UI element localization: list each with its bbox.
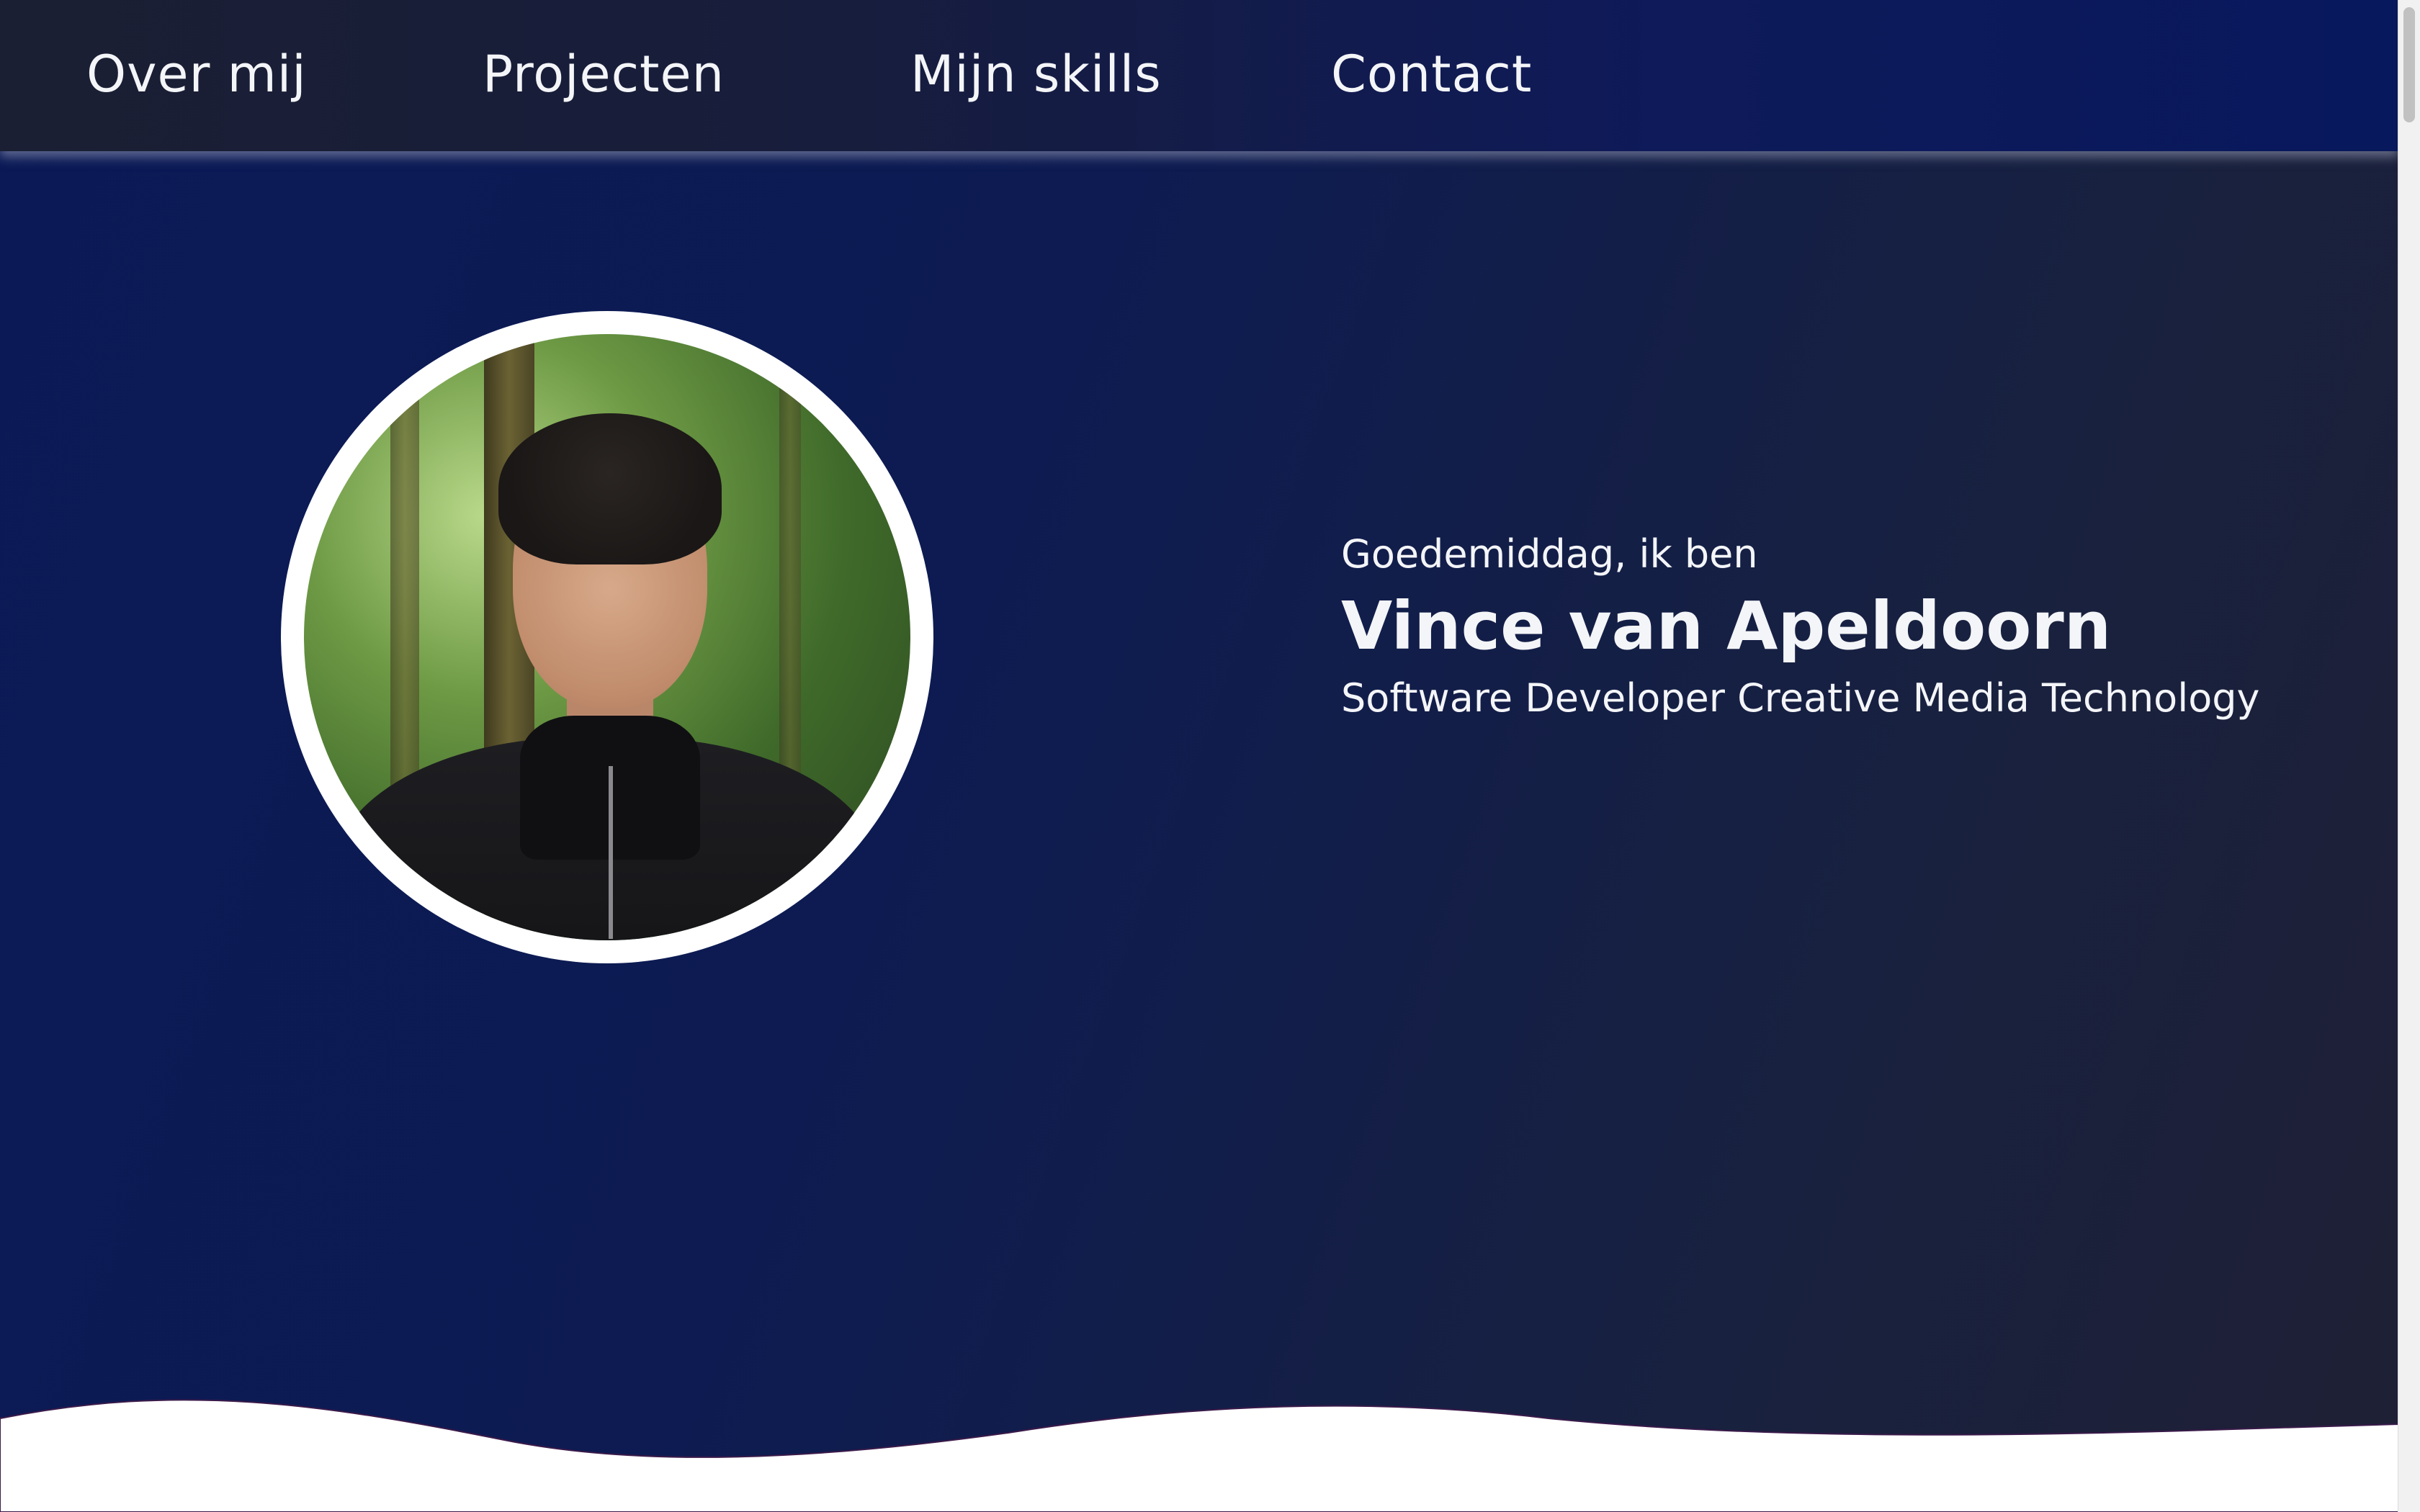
nav-link-contact[interactable]: Contact [1331,42,1532,107]
vertical-scrollbar[interactable] [2398,0,2420,1512]
page: Over mij Projecten Mijn skills Contact G… [0,0,2420,1512]
profile-photo [304,334,910,940]
hero-role: Software Developer Creative Media Techno… [1341,675,2260,721]
scrollbar-thumb[interactable] [2403,7,2415,122]
nav-link-projecten[interactable]: Projecten [483,42,725,107]
navbar: Over mij Projecten Mijn skills Contact [0,0,2398,151]
intro-text: Goedemiddag, ik ben Vince van Apeldoorn … [1341,526,2260,727]
wave-divider [0,1399,2398,1512]
nav-link-over-mij[interactable]: Over mij [86,42,307,107]
photo-hair [498,413,722,564]
greeting-text: Goedemiddag, ik ben [1341,531,1758,577]
nav-link-mijn-skills[interactable]: Mijn skills [910,42,1162,107]
hero-name: Vince van Apeldoorn [1341,588,2112,665]
photo-zipper [609,766,613,939]
profile-photo-frame [281,311,933,963]
